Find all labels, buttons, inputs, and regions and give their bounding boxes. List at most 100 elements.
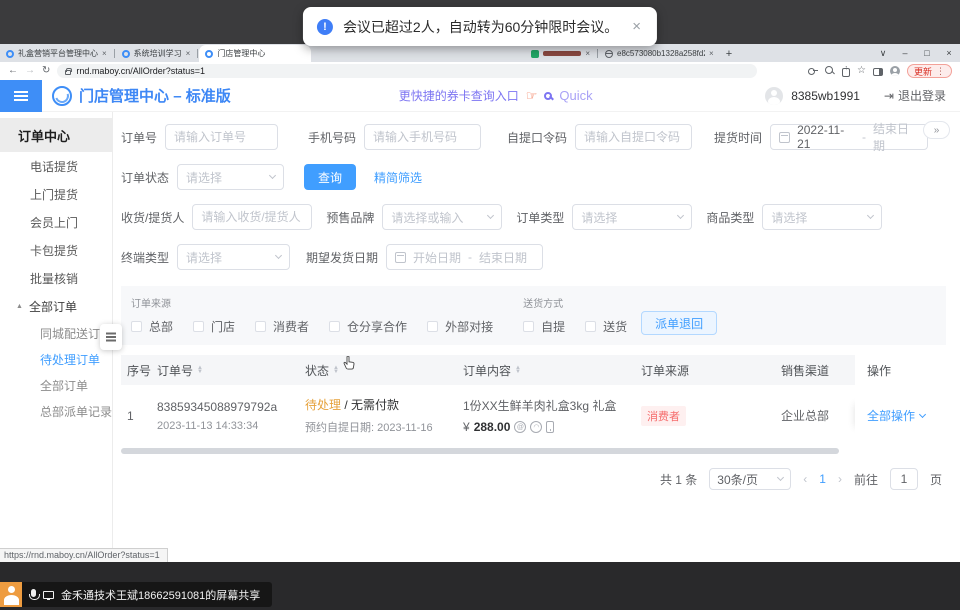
reload-icon[interactable]: ↻ (42, 66, 50, 76)
end-date-placeholder[interactable]: 结束日期 (873, 120, 919, 154)
sort-icons[interactable]: ▲▼ (197, 366, 203, 375)
side-panel-icon[interactable] (873, 68, 883, 76)
checkbox-consumer[interactable]: 消费者 (255, 318, 309, 335)
bookmark-star-icon[interactable]: ☆ (857, 66, 866, 76)
sidebar-item-member-visit[interactable]: 会员上门 (0, 208, 112, 236)
minimize-icon[interactable]: – (894, 44, 916, 62)
presale-brand-select[interactable]: 请选择或输入 (382, 204, 502, 230)
browser-tab-hash[interactable]: e8c573080b1328a258fd2e6 × (599, 45, 720, 62)
password-key-icon[interactable] (808, 66, 818, 76)
start-date-placeholder[interactable]: 开始日期 (413, 249, 461, 266)
new-tab-button[interactable]: + (720, 48, 740, 62)
panel-collapse-button[interactable]: » (923, 121, 950, 139)
checkbox-icon[interactable] (131, 321, 142, 332)
checkbox-icon[interactable] (193, 321, 204, 332)
checkbox-icon[interactable] (329, 321, 340, 332)
maximize-icon[interactable]: □ (916, 44, 938, 62)
checkbox-icon[interactable] (523, 321, 534, 332)
browser-tab-giftbox-admin[interactable]: 礼盒营销平台管理中心 × (0, 45, 113, 62)
chrome-update-button[interactable]: 更新 ⋮ (907, 64, 952, 78)
browser-menu-icon[interactable]: ⋮ (936, 66, 945, 77)
presenter-avatar-icon[interactable] (0, 582, 22, 607)
expect-ship-date-label: 期望发货日期 (306, 249, 378, 266)
avatar[interactable] (765, 87, 783, 105)
horizontal-scrollbar[interactable] (121, 448, 946, 454)
tab-close-icon[interactable]: × (186, 49, 191, 58)
col-order-no[interactable]: 订单号 ▲▼ (151, 362, 299, 379)
tab-close-icon[interactable]: × (102, 49, 107, 58)
phone-input[interactable] (364, 124, 481, 150)
share-icon[interactable] (842, 68, 850, 77)
all-actions-link[interactable]: 全部操作 (867, 407, 915, 424)
table-row[interactable]: 1 83859345088979792a 2023-11-13 14:33:34… (121, 385, 946, 446)
expect-ship-date-range-picker[interactable]: 开始日期 - 结束日期 (386, 244, 543, 270)
sidebar-item-card-pickup[interactable]: 卡包提货 (0, 236, 112, 264)
pickup-time-range-picker[interactable]: 2022-11-21 - 结束日期 (770, 124, 928, 150)
order-no-input[interactable] (165, 124, 278, 150)
sidebar-item-door-pickup[interactable]: 上门提货 (0, 180, 112, 208)
url-field[interactable]: rnd.maboy.cn/AllOrder?status=1 (57, 64, 757, 78)
goods-type-select[interactable]: 请选择 (762, 204, 882, 230)
remark-icon[interactable]: @ (514, 421, 526, 433)
checkbox-deliver[interactable]: 送货 (585, 318, 627, 335)
checkbox-self-pickup[interactable]: 自提 (523, 318, 565, 335)
checkbox-icon[interactable] (255, 321, 266, 332)
simple-filter-link[interactable]: 精简筛选 (374, 169, 422, 186)
forward-icon[interactable]: → (25, 66, 35, 76)
scrollbar-thumb[interactable] (121, 448, 839, 454)
hamburger-menu-button[interactable] (0, 80, 42, 112)
order-type-select[interactable]: 请选择 (572, 204, 692, 230)
sidebar-item-hq-dispatch-records[interactable]: 总部派单记录 (0, 398, 112, 424)
search-icon[interactable] (544, 92, 552, 100)
checkbox-icon[interactable] (427, 321, 438, 332)
current-page[interactable]: 1 (819, 472, 826, 486)
end-date-placeholder[interactable]: 结束日期 (479, 249, 527, 266)
page-size-select[interactable]: 30条/页 (709, 468, 791, 490)
profile-icon[interactable] (890, 66, 900, 76)
checkbox-icon[interactable] (585, 321, 596, 332)
tab-close-icon[interactable]: × (585, 49, 590, 58)
sidebar-collapse-handle[interactable] (100, 324, 122, 350)
tab-close-icon[interactable]: × (709, 49, 714, 58)
sidebar-item-phone-pickup[interactable]: 电话提货 (0, 152, 112, 180)
checkbox-warehouse-coop[interactable]: 仓分享合作 (329, 318, 407, 335)
start-date-value[interactable]: 2022-11-21 (797, 123, 855, 151)
close-window-icon[interactable]: × (938, 44, 960, 62)
tab-search-icon[interactable]: ∨ (872, 44, 894, 62)
sidebar-item-all-orders[interactable]: 全部订单 (0, 372, 112, 398)
sidebar-group-all-orders[interactable]: ▲ 全部订单 (0, 292, 112, 320)
browser-tab-training[interactable]: 系统培训学习 × (116, 45, 197, 62)
col-status[interactable]: 状态 ▲▼ (299, 362, 457, 379)
pickup-code-input[interactable] (575, 124, 692, 150)
dispatch-return-button[interactable]: 派单退回 (641, 311, 717, 335)
checkbox-hq[interactable]: 总部 (131, 318, 173, 335)
sidebar-item-city-delivery-orders[interactable]: 同城配送订单 (0, 320, 112, 346)
zoom-icon[interactable] (825, 66, 835, 76)
back-icon[interactable]: ← (8, 66, 18, 76)
terminal-type-select[interactable]: 请选择 (177, 244, 290, 270)
order-number[interactable]: 83859345088979792a (157, 400, 299, 414)
col-content[interactable]: 订单内容 ▲▼ (457, 362, 635, 379)
sort-icons[interactable]: ▲▼ (333, 366, 339, 375)
browser-tab-store-center-active[interactable]: 门店管理中心 (199, 45, 311, 62)
chevron-down-icon (777, 474, 784, 481)
checkbox-store[interactable]: 门店 (193, 318, 235, 335)
logout-button[interactable]: ⇥ 退出登录 (884, 87, 946, 104)
channel-mark-icon[interactable]: ◠ (530, 421, 542, 433)
prev-page-button[interactable]: ‹ (803, 472, 807, 486)
goto-page-input[interactable] (890, 468, 918, 490)
sidebar-item-pending-orders[interactable]: 待处理订单 (0, 346, 112, 372)
next-page-button[interactable]: › (838, 472, 842, 486)
search-button[interactable]: 查询 (304, 164, 356, 190)
quick-label[interactable]: Quick (559, 88, 592, 103)
notification-close-icon[interactable]: × (632, 18, 641, 35)
browser-tab-partially-hidden[interactable]: × (525, 45, 596, 62)
checkbox-external[interactable]: 外部对接 (427, 318, 493, 335)
cell-actions[interactable]: 全部操作 (855, 396, 946, 435)
sort-icons[interactable]: ▲▼ (515, 366, 521, 375)
receiver-input[interactable] (192, 204, 312, 230)
order-status-select[interactable]: 请选择 (177, 164, 284, 190)
mobile-icon[interactable] (546, 421, 554, 433)
sidebar-item-batch-verify[interactable]: 批量核销 (0, 264, 112, 292)
promo-link[interactable]: 更快捷的券卡查询入口 (399, 87, 519, 104)
